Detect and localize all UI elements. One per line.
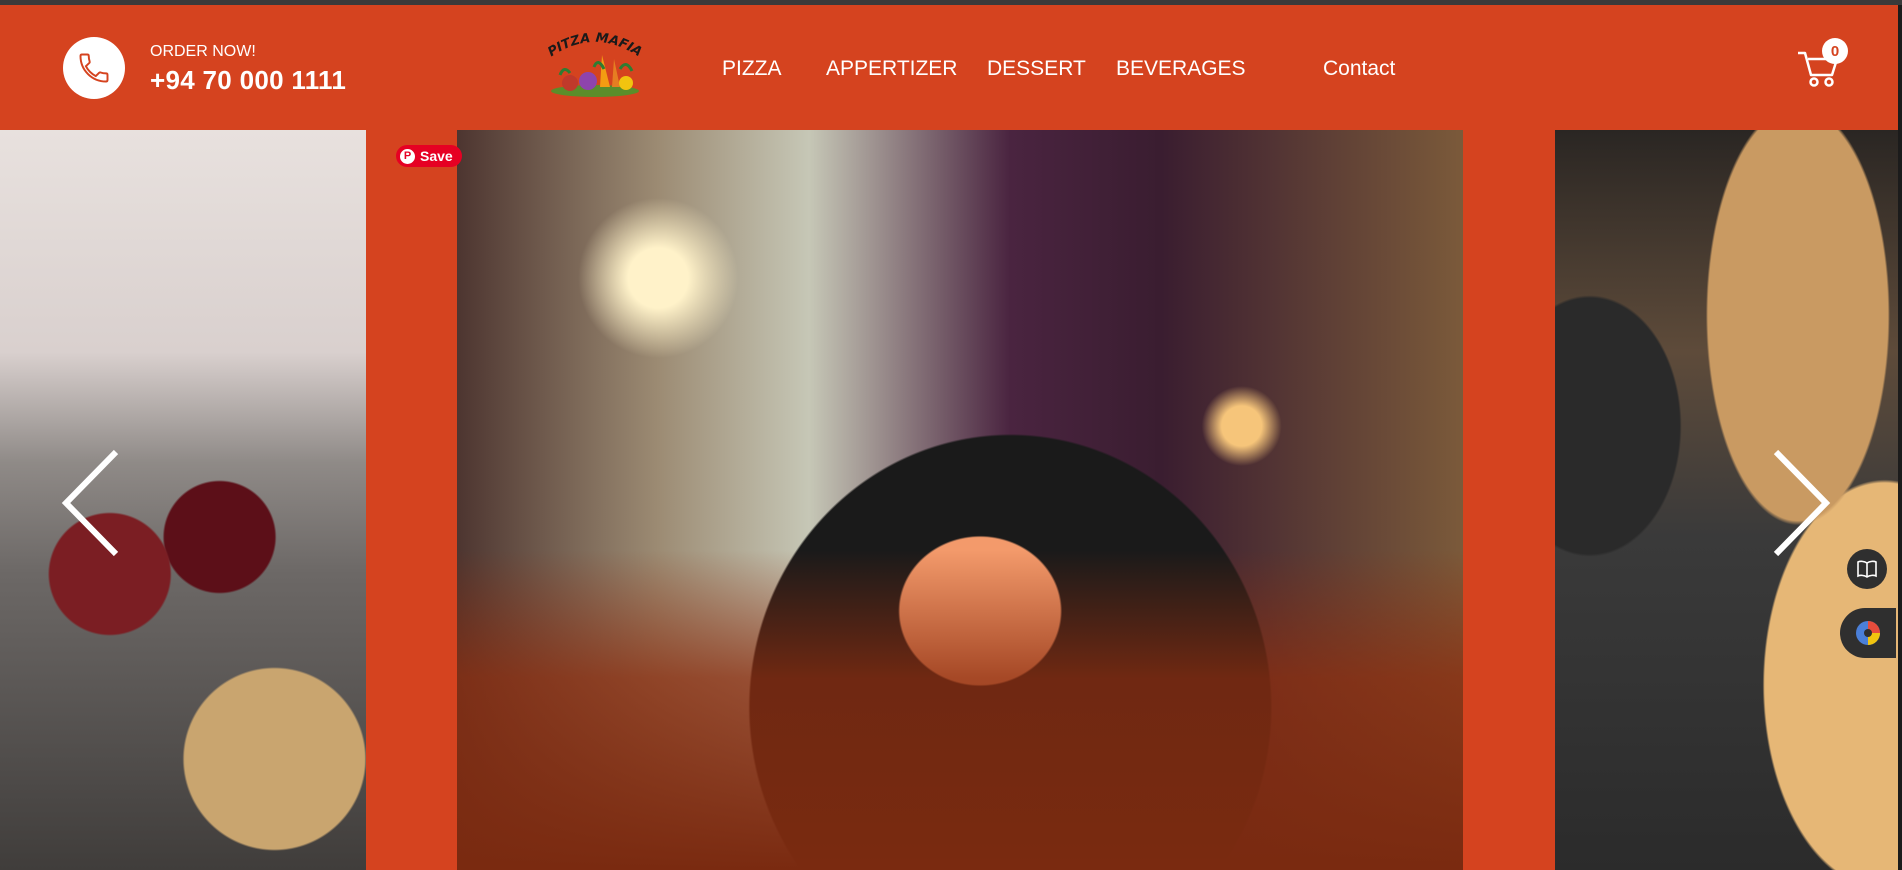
order-now-label: ORDER NOW! <box>150 43 256 60</box>
pinterest-icon: P <box>400 148 415 164</box>
site-logo[interactable]: PITZA MAFIA <box>540 25 650 103</box>
save-label: Save <box>420 148 453 164</box>
cart-count-badge: 0 <box>1822 38 1848 64</box>
carousel-slide-previous[interactable] <box>0 130 366 870</box>
chevron-right-icon[interactable] <box>1772 448 1832 558</box>
site-header: ORDER NOW! +94 70 000 1111 PITZA MAFIA P… <box>0 5 1902 130</box>
phone-number[interactable]: +94 70 000 1111 <box>150 65 346 96</box>
phone-icon[interactable] <box>63 37 125 99</box>
pinterest-save-button[interactable]: P Save <box>396 145 462 167</box>
color-palette-icon[interactable] <box>1840 608 1896 658</box>
chevron-left-icon[interactable] <box>60 448 120 558</box>
nav-item-contact[interactable]: Contact <box>1323 57 1395 81</box>
svg-text:PITZA MAFIA: PITZA MAFIA <box>545 31 644 60</box>
carousel-slide-current <box>457 130 1463 870</box>
scrollbar-edge <box>1898 5 1902 870</box>
nav-item-pizza[interactable]: PIZZA <box>722 57 782 81</box>
nav-item-appertizer[interactable]: APPERTIZER <box>826 57 957 81</box>
logo-text: PITZA MAFIA <box>545 31 644 60</box>
book-icon[interactable] <box>1847 549 1887 589</box>
nav-item-dessert[interactable]: DESSERT <box>987 57 1086 81</box>
carousel-slide-next[interactable] <box>1555 130 1902 870</box>
nav-item-beverages[interactable]: BEVERAGES <box>1116 57 1246 81</box>
